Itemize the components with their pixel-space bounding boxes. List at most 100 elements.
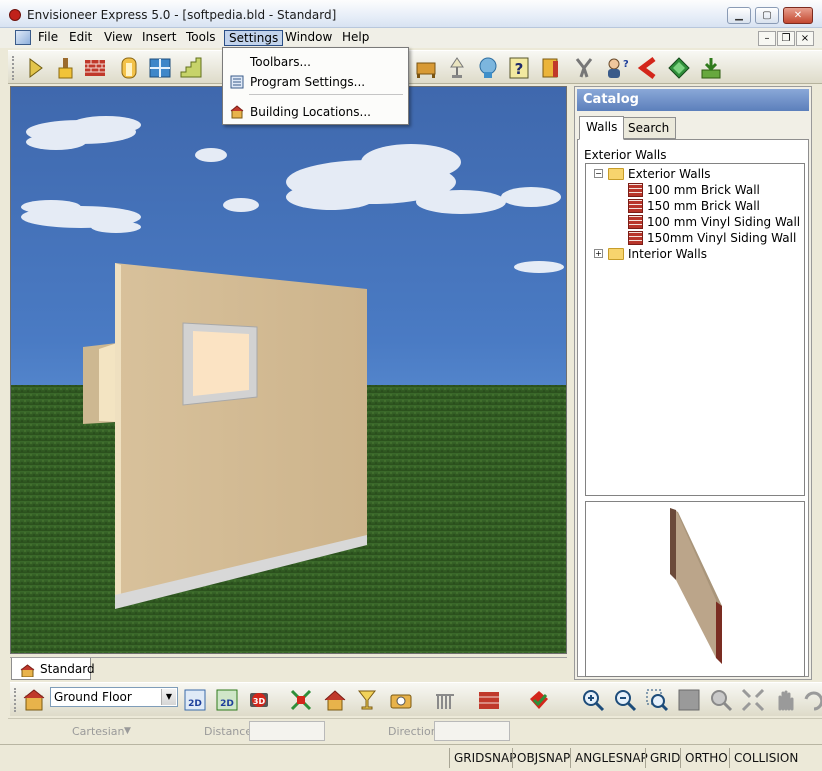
floor-selector[interactable]: Ground Floor ▼ [50, 687, 178, 707]
brick-wall-icon [628, 183, 643, 197]
zoom-window-icon[interactable] [644, 687, 670, 713]
toolbar-grip[interactable] [14, 688, 17, 712]
toolbar-grip[interactable] [12, 56, 15, 80]
mdi-minimize-button[interactable]: – [758, 31, 776, 46]
person-question-icon[interactable]: ? [602, 55, 629, 81]
paint-brush-icon[interactable] [52, 55, 78, 81]
plant-icon[interactable] [475, 55, 501, 81]
catalog-body: Exterior Walls − Exterior Walls 100 mm B… [577, 139, 809, 677]
status-anglesnap[interactable]: ANGLESNAP [570, 748, 652, 768]
2d-plan-icon[interactable]: 2D [214, 687, 240, 713]
catalog-title: Catalog [577, 89, 809, 111]
status-grid[interactable]: GRID [645, 748, 684, 768]
2d-view-icon[interactable]: 2D [182, 687, 208, 713]
menu-help[interactable]: Help [338, 30, 373, 46]
zoom-in-icon[interactable] [580, 687, 606, 713]
catalog-section-label: Exterior Walls [584, 148, 667, 162]
gem-icon[interactable] [666, 55, 692, 81]
main-toolbar: ? ? [8, 50, 822, 84]
menu-item-building-locations-label: Building Locations... [250, 105, 371, 119]
glass-icon[interactable] [354, 687, 380, 713]
wall-section-icon[interactable] [476, 687, 502, 713]
tab-standard[interactable]: Standard [11, 658, 95, 680]
menu-separator [249, 94, 403, 95]
title-bar: Envisioneer Express 5.0 - [softpedia.bld… [0, 0, 822, 28]
status-gridsnap[interactable]: GRIDSNAP [449, 748, 520, 768]
tab-standard-label: Standard [40, 662, 95, 676]
menu-insert[interactable]: Insert [138, 30, 180, 46]
orbit-icon[interactable] [800, 687, 822, 713]
view-toolbar: Ground Floor ▼ 2D 2D 3D [10, 682, 822, 716]
brick-wall-icon [628, 215, 643, 229]
tools-icon[interactable] [571, 55, 597, 81]
minimize-button[interactable]: ▁ [727, 7, 751, 24]
menu-item-toolbars[interactable]: Toolbars... [227, 52, 405, 72]
select-arrow-icon[interactable] [22, 55, 48, 81]
brick-wall-icon[interactable] [82, 55, 108, 81]
3d-viewport[interactable] [10, 86, 567, 654]
building-locations-icon [230, 105, 244, 119]
3d-camera-icon[interactable]: 3D [246, 687, 272, 713]
tab-search[interactable]: Search [621, 117, 677, 139]
floor-plan-icon[interactable] [20, 687, 46, 713]
zoom-fit-icon[interactable] [740, 687, 766, 713]
menu-edit[interactable]: Edit [65, 30, 96, 46]
menu-settings[interactable]: Settings [224, 30, 284, 46]
status-bar: GRIDSNAP OBJSNAP ANGLESNAP GRID ORTHO CO… [0, 744, 822, 771]
mdi-restore-button[interactable]: ❐ [777, 31, 795, 46]
distance-input[interactable] [249, 721, 325, 741]
close-button[interactable]: ✕ [783, 7, 813, 24]
window-icon[interactable] [147, 55, 173, 81]
menu-item-building-locations[interactable]: Building Locations... [227, 102, 405, 122]
direction-input[interactable] [434, 721, 510, 741]
menu-window[interactable]: Window [281, 30, 336, 46]
stair-icon[interactable] [178, 55, 204, 81]
status-objsnap[interactable]: OBJSNAP [512, 748, 574, 768]
chevron-down-icon[interactable]: ▼ [124, 726, 131, 736]
mdi-close-button[interactable]: × [796, 31, 814, 46]
document-tab-bar: Standard [10, 657, 567, 681]
coordinate-system-label[interactable]: Cartesian [72, 725, 125, 738]
pan-hand-icon[interactable] [772, 687, 798, 713]
zoom-extents-icon[interactable] [708, 687, 734, 713]
menu-view[interactable]: View [100, 30, 136, 46]
menu-tools[interactable]: Tools [182, 30, 220, 46]
lamp-icon[interactable] [444, 55, 470, 81]
camera-icon[interactable] [388, 687, 414, 713]
railing-icon[interactable] [432, 687, 458, 713]
arrow-left-icon[interactable] [634, 55, 660, 81]
collapse-icon[interactable]: − [594, 169, 603, 178]
menu-item-toolbars-label: Toolbars... [250, 55, 311, 69]
tab-walls[interactable]: Walls [579, 116, 625, 140]
tree-item-label: 100 mm Vinyl Siding Wall [647, 215, 801, 229]
folder-open-icon [608, 168, 624, 180]
expand-icon[interactable]: + [594, 249, 603, 258]
chevron-down-icon[interactable]: ▼ [161, 689, 176, 705]
render-icon[interactable] [526, 687, 552, 713]
document-icon[interactable] [15, 30, 31, 45]
house-icon[interactable] [322, 687, 348, 713]
menu-file[interactable]: File [34, 30, 62, 46]
help-icon[interactable]: ? [506, 55, 532, 81]
maximize-button[interactable]: ▢ [755, 7, 779, 24]
catalog-preview [585, 501, 805, 677]
direction-label: Direction [388, 725, 438, 738]
3d-orbit-icon[interactable] [288, 687, 314, 713]
side-wall-edge [99, 343, 117, 422]
book-icon[interactable] [538, 55, 564, 81]
zoom-out-icon[interactable] [612, 687, 638, 713]
door-icon[interactable] [116, 55, 142, 81]
square-icon[interactable] [676, 687, 702, 713]
status-ortho[interactable]: ORTHO [680, 748, 732, 768]
svg-text:?: ? [515, 60, 524, 78]
3d-camera-label: 3D [253, 697, 266, 706]
brick-wall-icon [628, 231, 643, 245]
menu-item-program-settings[interactable]: Program Settings... [227, 72, 405, 92]
2d-view-label: 2D [188, 699, 202, 709]
furniture-icon[interactable] [413, 55, 439, 81]
catalog-tree: − Exterior Walls 100 mm Brick Wall 150 m… [585, 163, 805, 496]
status-collision[interactable]: COLLISION [729, 748, 802, 768]
brick-wall-icon [628, 199, 643, 213]
download-icon[interactable] [698, 55, 724, 81]
tree-folder-interior-walls-label: Interior Walls [628, 247, 707, 261]
